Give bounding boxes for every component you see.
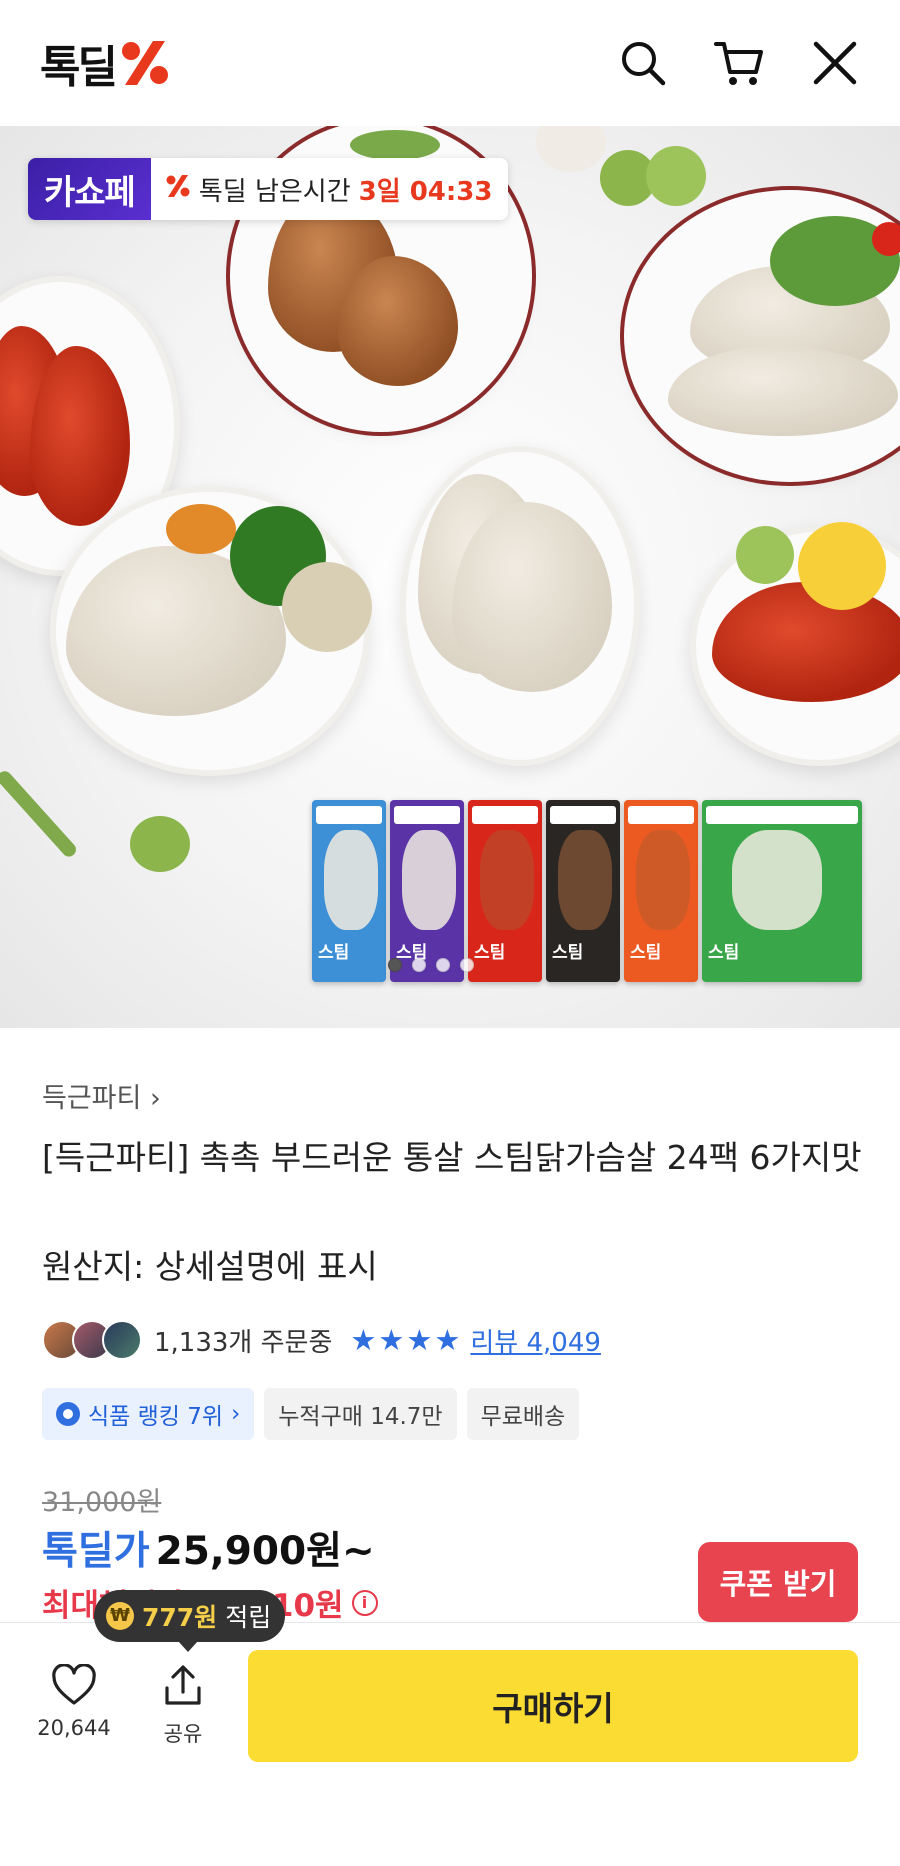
kakao-shopping-label: 카쇼페 — [28, 158, 151, 220]
tokdeal-logo[interactable]: 톡딜 — [40, 31, 171, 95]
pack-green: 스팀 — [702, 800, 862, 982]
ranking-badge-icon — [56, 1402, 80, 1426]
won-coin-icon: ₩ — [106, 1602, 134, 1630]
social-proof-row: 1,133개 주문중 ★ ★ ★ ★ 리뷰 4,049 — [42, 1318, 601, 1362]
lemon — [798, 522, 886, 610]
product-hero-image[interactable]: 스팀 스팀 스팀 스팀 스팀 스팀 — [0, 126, 900, 1028]
review-link[interactable]: 리뷰 4,049 — [470, 1322, 601, 1359]
carousel-dot[interactable] — [412, 958, 426, 972]
reward-points-tooltip: ₩ 777원 적립 — [94, 1590, 286, 1652]
order-count: 1,133개 주문중 — [154, 1327, 333, 1358]
buy-button[interactable]: 구매하기 — [248, 1650, 858, 1762]
like-count: 20,644 — [37, 1716, 111, 1740]
star-icon: ★ — [406, 1322, 433, 1357]
product-packages: 스팀 스팀 스팀 스팀 스팀 스팀 — [312, 800, 862, 982]
cucumber — [350, 130, 440, 160]
carousel-dot[interactable] — [436, 958, 450, 972]
ranking-label: 식품 랭킹 7위 — [88, 1404, 224, 1430]
star-icon: ★ — [350, 1322, 377, 1357]
deal-timer-badge: 카쇼페 톡딜 남은시간 3일 04:33 — [28, 158, 509, 220]
cart-icon[interactable] — [714, 38, 764, 88]
star-icon: ★ — [434, 1322, 461, 1357]
seller-name: 득근파티 — [42, 1083, 142, 1114]
top-header: 톡딜 — [0, 0, 900, 126]
deal-price-row: 톡딜가 25,900원~ — [42, 1520, 375, 1576]
logo-text: 톡딜 — [40, 42, 118, 93]
search-icon[interactable] — [618, 38, 668, 88]
pack-blue: 스팀 — [312, 800, 386, 982]
pack-black: 스팀 — [546, 800, 620, 982]
pack-orange: 스팀 — [624, 800, 698, 982]
deal-price: 25,900원~ — [155, 1529, 375, 1574]
product-title: [득근파티] 촉촉 부드러운 통살 스팀닭가슴살 24팩 6가지맛 — [42, 1138, 862, 1177]
reward-suffix: 적립 — [225, 1603, 272, 1632]
deal-price-label: 톡딜가 — [42, 1529, 150, 1574]
close-icon[interactable] — [810, 38, 860, 88]
buyer-avatars — [42, 1320, 142, 1360]
original-price: 31,000원 — [42, 1487, 162, 1518]
rating-stars: ★ ★ ★ ★ — [350, 1322, 461, 1357]
avatar — [102, 1320, 142, 1360]
seller-link[interactable]: 득근파티 › — [42, 1076, 161, 1115]
coupon-button[interactable]: 쿠폰 받기 — [698, 1542, 858, 1622]
percent-logo-icon — [119, 39, 171, 87]
share-label: 공유 — [163, 1722, 203, 1746]
tomato — [872, 222, 900, 256]
pack-purple: 스팀 — [390, 800, 464, 982]
timer-value: 3일 04:33 — [358, 176, 493, 207]
free-shipping-chip: 무료배송 — [466, 1388, 580, 1440]
carousel-indicator — [388, 958, 474, 972]
sprout — [736, 526, 794, 584]
ranking-chip[interactable]: 식품 랭킹 7위 › — [42, 1388, 255, 1440]
heart-icon — [52, 1663, 96, 1705]
pumpkin — [166, 504, 236, 554]
info-icon[interactable]: i — [351, 1589, 378, 1616]
sprout — [646, 146, 706, 206]
garlic — [536, 126, 606, 172]
lotus-root — [282, 562, 372, 652]
timer-label: 톡딜 남은시간 — [198, 176, 351, 207]
pack-red: 스팀 — [468, 800, 542, 982]
cumulative-purchase-chip: 누적구매 14.7만 — [264, 1388, 457, 1440]
carousel-dot[interactable] — [388, 958, 402, 972]
asparagus — [0, 768, 79, 860]
product-origin: 원산지: 상세설명에 표시 — [42, 1247, 378, 1286]
share-icon — [165, 1665, 201, 1705]
like-button[interactable]: 20,644 — [36, 1663, 112, 1740]
chevron-right-icon: › — [231, 1401, 241, 1427]
percent-icon — [165, 174, 191, 205]
carousel-dot[interactable] — [460, 958, 474, 972]
chevron-right-icon: › — [149, 1083, 161, 1114]
sprout — [130, 816, 190, 872]
star-icon: ★ — [378, 1322, 405, 1357]
product-chips: 식품 랭킹 7위 › 누적구매 14.7만 무료배송 — [42, 1388, 580, 1440]
share-button[interactable]: 공유 — [148, 1664, 218, 1748]
reward-amount: 777원 — [142, 1603, 218, 1632]
